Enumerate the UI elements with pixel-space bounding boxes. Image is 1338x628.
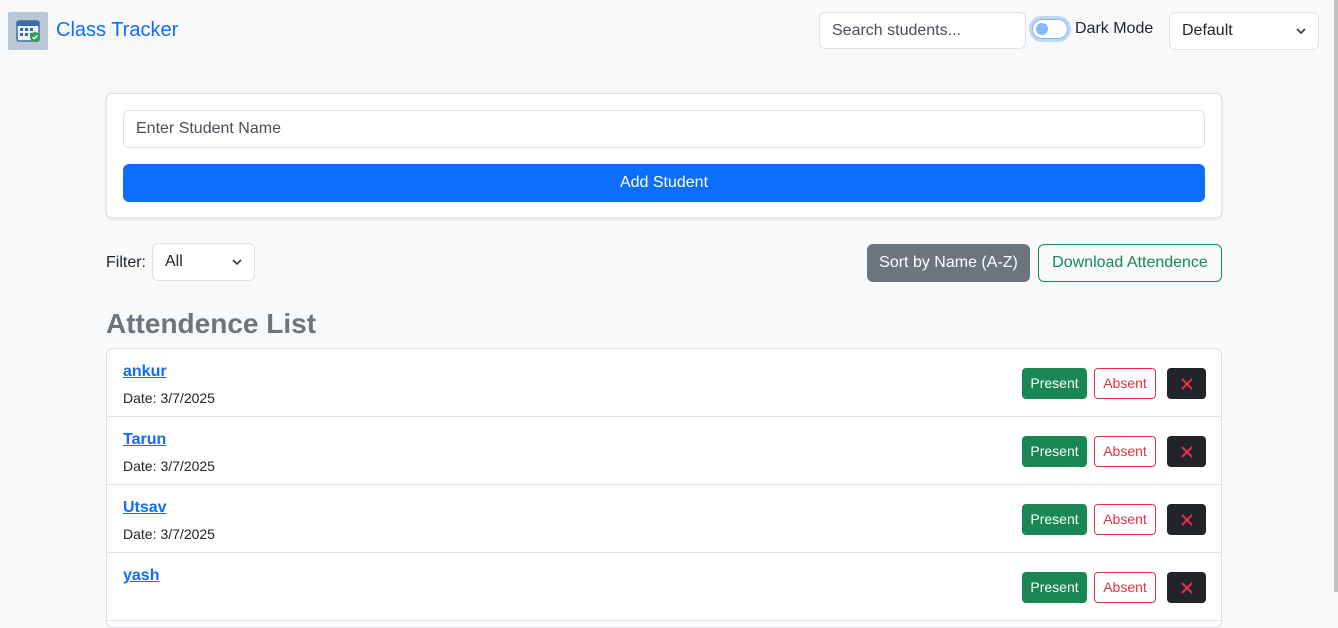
student-name-input[interactable] bbox=[123, 110, 1205, 148]
filter-select-value: All bbox=[165, 253, 183, 270]
search-input[interactable] bbox=[819, 12, 1026, 49]
date-label: Date: bbox=[123, 390, 157, 406]
add-student-card: Add Student bbox=[106, 93, 1222, 218]
list-item: ankur Date: 3/7/2025 Present Absent bbox=[107, 349, 1221, 417]
theme-select-value: Default bbox=[1182, 22, 1233, 39]
dark-mode-toggle[interactable] bbox=[1032, 19, 1068, 39]
attendance-list: ankur Date: 3/7/2025 Present Absent Tarun… bbox=[106, 348, 1222, 628]
student-date: Date: 3/7/2025 bbox=[123, 526, 215, 542]
student-date: Date: 3/7/2025 bbox=[123, 390, 215, 406]
present-button[interactable]: Present bbox=[1022, 368, 1087, 399]
toggle-knob bbox=[1036, 23, 1048, 35]
absent-button[interactable]: Absent bbox=[1094, 572, 1156, 603]
date-label: Date: bbox=[123, 526, 157, 542]
chevron-down-icon bbox=[232, 259, 242, 266]
student-name-link[interactable]: Utsav bbox=[123, 499, 167, 517]
date-value: 3/7/2025 bbox=[160, 458, 215, 474]
close-icon bbox=[1180, 581, 1193, 594]
delete-button[interactable] bbox=[1167, 572, 1206, 603]
student-name-link[interactable]: yash bbox=[123, 567, 159, 585]
brand-title[interactable]: Class Tracker bbox=[56, 19, 178, 42]
filter-label: Filter: bbox=[106, 254, 146, 271]
delete-button[interactable] bbox=[1167, 504, 1206, 535]
student-name-link[interactable]: ankur bbox=[123, 363, 167, 381]
sort-button[interactable]: Sort by Name (A-Z) bbox=[867, 244, 1030, 282]
close-icon bbox=[1180, 513, 1193, 526]
close-icon bbox=[1180, 445, 1193, 458]
list-item: Tarun Date: 3/7/2025 Present Absent bbox=[107, 417, 1221, 485]
present-button[interactable]: Present bbox=[1022, 504, 1087, 535]
date-value: 3/7/2025 bbox=[160, 526, 215, 542]
student-name-link[interactable]: Tarun bbox=[123, 431, 166, 449]
date-label: Date: bbox=[123, 458, 157, 474]
absent-button[interactable]: Absent bbox=[1094, 504, 1156, 535]
theme-select[interactable]: Default bbox=[1169, 12, 1319, 50]
list-item: Utsav Date: 3/7/2025 Present Absent bbox=[107, 485, 1221, 553]
scrollbar[interactable] bbox=[1334, 0, 1338, 592]
delete-button[interactable] bbox=[1167, 368, 1206, 399]
close-icon bbox=[1180, 377, 1193, 390]
filter-select[interactable]: All bbox=[152, 243, 255, 281]
list-title: Attendence List bbox=[106, 308, 317, 339]
delete-button[interactable] bbox=[1167, 436, 1206, 467]
attendance-logo-icon[interactable] bbox=[8, 12, 48, 50]
absent-button[interactable]: Absent bbox=[1094, 368, 1156, 399]
list-item: yash Present Absent bbox=[107, 553, 1221, 621]
date-value: 3/7/2025 bbox=[160, 390, 215, 406]
present-button[interactable]: Present bbox=[1022, 436, 1087, 467]
student-date: Date: 3/7/2025 bbox=[123, 458, 215, 474]
absent-button[interactable]: Absent bbox=[1094, 436, 1156, 467]
download-attendance-button[interactable]: Download Attendence bbox=[1038, 244, 1222, 282]
present-button[interactable]: Present bbox=[1022, 572, 1087, 603]
add-student-button[interactable]: Add Student bbox=[123, 164, 1205, 202]
chevron-down-icon bbox=[1296, 28, 1306, 35]
navbar: Class Tracker Dark Mode Default bbox=[0, 0, 1338, 592]
dark-mode-label: Dark Mode bbox=[1075, 20, 1154, 37]
